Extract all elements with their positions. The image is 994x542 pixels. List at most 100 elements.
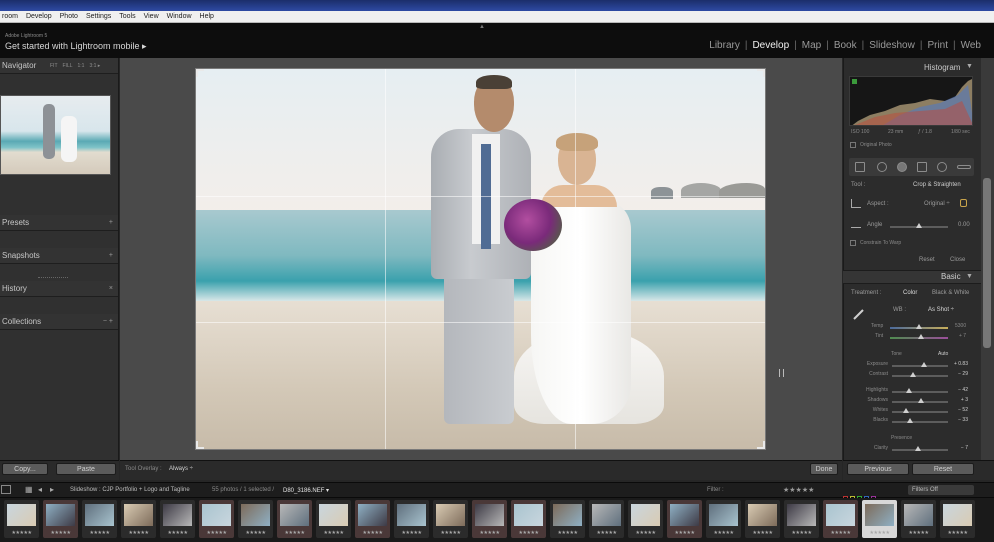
original-photo-checkbox[interactable] (850, 142, 856, 148)
straighten-tool-icon[interactable] (851, 222, 861, 228)
collections-header[interactable]: Collections − + (0, 314, 118, 330)
navigator-preview[interactable] (0, 95, 111, 175)
crop-handle-top-right[interactable] (757, 69, 765, 77)
slider-knob-clarity[interactable] (915, 446, 922, 451)
filmstrip-thumbnail[interactable]: ★★★★★ (550, 500, 585, 538)
filmstrip-thumbnail[interactable]: ★★★★★ (355, 500, 390, 538)
filmstrip-thumbnail[interactable]: ★★★★★ (823, 500, 858, 538)
module-map[interactable]: Map (797, 40, 826, 51)
wb-dropdown[interactable]: As Shot ÷ (928, 307, 954, 313)
right-panel-scrollbar[interactable] (981, 58, 994, 460)
history-header[interactable]: History × (0, 281, 118, 297)
forward-arrow-icon[interactable]: ▸ (50, 485, 54, 494)
filmstrip-thumbnail[interactable]: ★★★★★ (160, 500, 195, 538)
filmstrip-thumbnail[interactable]: ★★★★★ (589, 500, 624, 538)
copy-settings-button[interactable]: Copy... (2, 463, 48, 475)
constrain-checkbox[interactable] (850, 240, 856, 246)
previous-button[interactable]: Previous (847, 463, 909, 475)
filmstrip-thumbnail[interactable]: ★★★★★ (628, 500, 663, 538)
spot-removal-icon[interactable] (877, 162, 887, 172)
treatment-bw[interactable]: Black & White (932, 290, 969, 296)
crop-reset-button[interactable]: Reset (919, 257, 935, 263)
slider-track-contrast[interactable] (892, 375, 948, 377)
photo[interactable] (195, 68, 766, 450)
collapse-basic-icon[interactable]: ▼ (966, 273, 973, 280)
filmstrip-thumbnail[interactable]: ★★★★★ (433, 500, 468, 538)
filters-dropdown[interactable]: Filters Off (908, 485, 974, 495)
filmstrip-thumbnail[interactable]: ★★★★★ (277, 500, 312, 538)
menu-item-help[interactable]: Help (200, 11, 214, 22)
crop-handle-top-left[interactable] (196, 69, 204, 77)
tool-overlay-dropdown[interactable]: Always ÷ (169, 466, 193, 472)
zoom-1-1[interactable]: 1:1 (78, 58, 85, 74)
collections-controls-icon[interactable]: − + (103, 314, 113, 330)
clear-history-icon[interactable]: × (109, 281, 113, 297)
reset-button[interactable]: Reset (912, 463, 974, 475)
done-button[interactable]: Done (810, 463, 838, 475)
filmstrip-thumbnail[interactable]: ★★★★★ (472, 500, 507, 538)
adjustment-brush-icon[interactable] (957, 165, 971, 169)
module-book[interactable]: Book (829, 40, 862, 51)
filmstrip-thumbnail[interactable]: ★★★★★ (4, 500, 39, 538)
main-window-icon[interactable] (1, 485, 11, 494)
slider-knob-whites[interactable] (903, 408, 909, 413)
presets-header[interactable]: Presets + (0, 215, 118, 231)
crop-handle-bottom-right[interactable] (757, 441, 765, 449)
red-eye-icon[interactable] (897, 162, 907, 172)
filmstrip-thumbnail[interactable]: ★★★★★ (316, 500, 351, 538)
filmstrip-thumbnail[interactable]: ★★★★★ (940, 500, 975, 538)
filmstrip[interactable]: ★★★★★ ★★★★★ ★★★★★ ★★★★★ ★★★★★ ★★★★★ ★★★★★ ★★★★★… (0, 498, 994, 542)
slider-knob-highlights[interactable] (905, 388, 912, 393)
menu-item-tools[interactable]: Tools (119, 11, 135, 22)
paste-settings-button[interactable]: Paste (56, 463, 116, 475)
filename-dropdown[interactable]: D80_3186.NEF ▾ (283, 487, 329, 494)
slider-track-whites[interactable] (892, 411, 948, 413)
crop-tool-icon[interactable] (855, 162, 865, 172)
filmstrip-thumbnail[interactable]: ★★★★★ (43, 500, 78, 538)
filmstrip-thumbnail[interactable]: ★★★★★ (199, 500, 234, 538)
module-slideshow[interactable]: Slideshow (864, 40, 920, 51)
slider-track-highlights[interactable] (892, 391, 948, 393)
add-preset-icon[interactable]: + (109, 215, 113, 231)
module-web[interactable]: Web (956, 40, 986, 51)
temp-slider-knob[interactable] (916, 324, 922, 329)
grid-view-icon[interactable]: ▦ (25, 485, 33, 494)
tint-slider-knob[interactable] (918, 334, 924, 339)
filmstrip-thumbnail[interactable]: ★★★★★ (82, 500, 117, 538)
navigator-header[interactable]: Navigator FIT FILL 1:1 3:1 ▸ (0, 58, 118, 74)
snapshots-header[interactable]: Snapshots + (0, 248, 118, 264)
slider-knob-contrast[interactable] (910, 372, 917, 377)
filmstrip-thumbnail[interactable]: ★★★★★ (745, 500, 780, 538)
module-print[interactable]: Print (922, 40, 953, 51)
filmstrip-thumbnail[interactable]: ★★★★★ (862, 500, 897, 538)
auto-tone-button[interactable]: Auto (938, 351, 948, 357)
graduated-filter-icon[interactable] (917, 162, 927, 172)
filmstrip-thumbnail[interactable]: ★★★★★ (394, 500, 429, 538)
back-arrow-icon[interactable]: ◂ (38, 485, 42, 494)
slider-track-exposure[interactable] (892, 365, 948, 367)
treatment-color[interactable]: Color (903, 290, 917, 296)
crop-side-handle[interactable] (779, 369, 784, 377)
crop-close-button[interactable]: Close (950, 257, 965, 263)
collapse-top-icon[interactable]: ▲ (479, 24, 485, 30)
menu-item-photo[interactable]: Photo (60, 11, 78, 22)
slider-knob-blacks[interactable] (907, 418, 914, 423)
lock-icon[interactable] (960, 199, 967, 207)
crop-handle-bottom-left[interactable] (196, 441, 204, 449)
white-balance-eyedropper-icon[interactable] (852, 307, 866, 321)
module-develop[interactable]: Develop (747, 40, 794, 51)
angle-slider-knob[interactable] (916, 223, 922, 228)
radial-filter-icon[interactable] (937, 162, 947, 172)
zoom-fill[interactable]: FILL (63, 58, 73, 74)
module-library[interactable]: Library (704, 40, 745, 51)
menu-item-window[interactable]: Window (167, 11, 192, 22)
filmstrip-thumbnail[interactable]: ★★★★★ (511, 500, 546, 538)
menu-item-develop[interactable]: Develop (26, 11, 52, 22)
filmstrip-thumbnail[interactable]: ★★★★★ (784, 500, 819, 538)
star-rating-filter[interactable]: ★★★★★ (783, 486, 814, 494)
filmstrip-source[interactable]: Slideshow : CJP Portfolio + Logo and Tag… (70, 487, 190, 493)
zoom-3-1[interactable]: 3:1 ▸ (89, 58, 100, 74)
menu-item-settings[interactable]: Settings (86, 11, 111, 22)
histogram[interactable] (849, 76, 973, 126)
add-snapshot-icon[interactable]: + (109, 248, 113, 264)
